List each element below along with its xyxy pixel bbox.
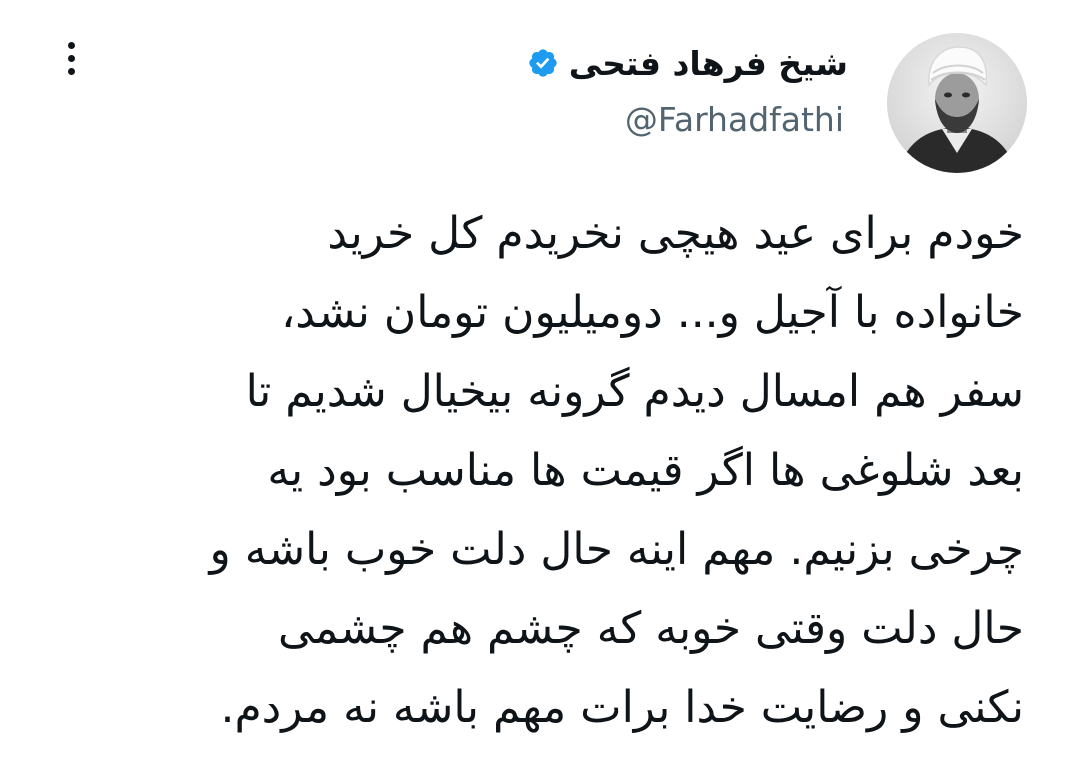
tweet-card: شیخ فرهاد فتحی @Farhadfathi خودم برای عی…	[0, 0, 1080, 776]
author-name-row: شیخ فرهاد فتحی	[527, 36, 848, 90]
tweet-text-line: سفر هم امسال دیدم گرونه بیخیال شدیم تا	[245, 366, 1024, 417]
more-dot	[67, 41, 75, 49]
more-dot	[67, 54, 75, 62]
tweet-text-line: نکنی و رضایت خدا برات مهم باشه نه مردم.	[220, 682, 1024, 733]
tweet-text-line: خانواده با آجیل و... دومیلیون تومان نشد،	[281, 287, 1024, 338]
tweet-text-line: بعد شلوغی ها اگر قیمت ها مناسب بود یه	[267, 445, 1024, 496]
more-options-icon[interactable]	[54, 36, 88, 80]
tweet-text-line: خودم برای عید هیچی نخریدم کل خرید	[327, 208, 1024, 259]
author-display-name[interactable]: شیخ فرهاد فتحی	[569, 44, 848, 83]
tweet-text-line: چرخی بزنیم. مهم اینه حال دلت خوب باشه و	[209, 524, 1024, 575]
avatar[interactable]	[887, 33, 1027, 173]
tweet-text-line: حال دلت وقتی خوبه که چشم هم چشمی	[277, 603, 1024, 654]
tweet-text: خودم برای عید هیچی نخریدم کل خرید خانواد…	[64, 194, 1024, 747]
more-dot	[67, 67, 75, 75]
author-handle[interactable]: @Farhadfathi	[625, 100, 844, 139]
verified-badge-icon	[529, 49, 557, 77]
avatar-image	[887, 33, 1027, 173]
